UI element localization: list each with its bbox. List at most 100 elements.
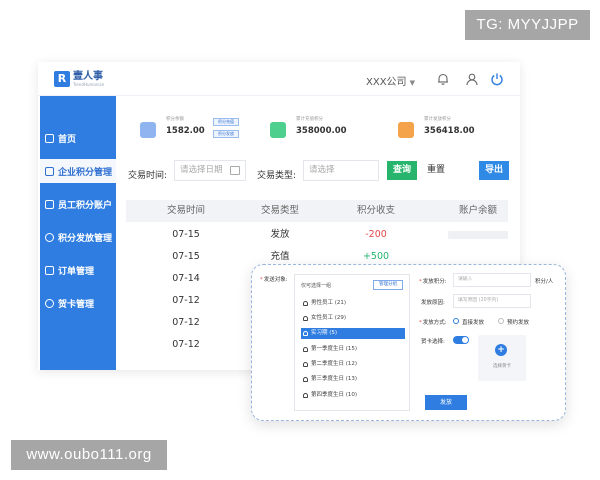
company-selector[interactable]: XXX公司 ▼ bbox=[366, 73, 415, 88]
user-icon[interactable] bbox=[465, 72, 479, 86]
reason-input[interactable]: 填写原因 (20字内) bbox=[453, 294, 531, 308]
cell-date: 07-15 bbox=[172, 251, 200, 262]
export-button[interactable]: 导出 bbox=[479, 161, 509, 180]
stat-value: 1582.00 bbox=[166, 126, 205, 136]
sidebar-item-greeting-cards[interactable]: 贺卡管理 bbox=[40, 291, 116, 315]
group-item-label: 第二季度生日 (12) bbox=[311, 361, 358, 367]
chevron-down-icon: ▼ bbox=[409, 79, 415, 87]
transaction-type-select[interactable]: 请选择 bbox=[303, 160, 379, 181]
manage-group-button[interactable]: 管理分组 bbox=[373, 280, 403, 290]
home-icon bbox=[45, 133, 54, 143]
screenshot-stage: TG: MYYJJPP R 壹人事 TrendHumanize XXX公司▼ bbox=[0, 0, 600, 480]
radio-scheduled[interactable] bbox=[498, 318, 504, 324]
type-placeholder: 请选择 bbox=[309, 165, 335, 175]
stat-value: 356418.00 bbox=[424, 126, 475, 136]
method-label: *发放方式: bbox=[419, 320, 447, 326]
group-item[interactable]: 女性员工 (29) bbox=[301, 313, 405, 324]
points-input[interactable]: 请输入 bbox=[453, 273, 531, 287]
column-header-time: 交易时间 bbox=[166, 205, 205, 216]
cell-type: 发放 bbox=[270, 229, 290, 240]
brand-name: 壹人事 bbox=[73, 70, 103, 82]
radio-direct[interactable] bbox=[453, 318, 459, 324]
sidebar-item-home[interactable]: 首页 bbox=[40, 126, 116, 150]
stat-label: 积分余额 bbox=[166, 117, 184, 122]
sidebar-item-label: 企业积分管理 bbox=[58, 167, 113, 178]
recharge-points-button[interactable]: 积分充值 bbox=[213, 118, 239, 126]
group-item[interactable]: 男性员工 (21) bbox=[301, 298, 405, 309]
gift-icon bbox=[45, 298, 54, 308]
power-icon[interactable] bbox=[490, 72, 504, 86]
group-select-hint: 仅可选择一组 bbox=[301, 283, 332, 289]
coin-icon bbox=[45, 232, 54, 242]
cell-date: 07-14 bbox=[172, 273, 200, 284]
recharge-icon bbox=[270, 122, 286, 138]
column-header-type: 交易类型 bbox=[260, 205, 299, 216]
group-item-label: 第一季度生日 (15) bbox=[311, 346, 358, 352]
bell-icon[interactable] bbox=[436, 72, 450, 86]
sidebar-item-label: 积分发放管理 bbox=[58, 233, 113, 244]
group-item-label: 实习期 (5) bbox=[311, 330, 338, 336]
group-item-label: 第三季度生日 (13) bbox=[311, 376, 358, 382]
brand-logo[interactable]: R 壹人事 TrendHumanize bbox=[54, 71, 104, 87]
method-scheduled-label: 预约发放 bbox=[507, 320, 530, 326]
group-item[interactable]: 第二季度生日 (12) bbox=[301, 359, 405, 370]
sidebar-item-label: 订单管理 bbox=[58, 266, 95, 277]
date-placeholder: 请选择日期 bbox=[180, 165, 223, 175]
group-item[interactable]: 第一季度生日 (15) bbox=[301, 344, 405, 355]
building-icon bbox=[45, 166, 54, 176]
person-icon bbox=[303, 393, 308, 398]
card-label: 贺卡选择: bbox=[421, 339, 445, 345]
group-item-selected[interactable]: 实习期 (5) bbox=[301, 328, 405, 339]
reason-label: 发放原因: bbox=[421, 300, 445, 306]
issued-icon bbox=[398, 122, 414, 138]
sidebar-item-label: 员工积分账户 bbox=[58, 200, 113, 211]
points-label-text: 发放积分: bbox=[422, 279, 447, 285]
group-item-label: 女性员工 (29) bbox=[311, 315, 347, 321]
person-icon bbox=[303, 347, 308, 352]
transaction-type-label: 交易类型: bbox=[257, 171, 297, 181]
issue-points-button[interactable]: 积分发放 bbox=[213, 130, 239, 138]
cell-date: 07-12 bbox=[172, 295, 200, 306]
query-button[interactable]: 查询 bbox=[387, 161, 417, 180]
company-name: XXX公司 bbox=[366, 77, 407, 88]
person-icon bbox=[303, 331, 308, 336]
column-header-balance: 账户余额 bbox=[458, 205, 497, 216]
cell-amount: -200 bbox=[365, 229, 387, 240]
method-label-text: 发放方式: bbox=[422, 320, 447, 326]
cell-date: 07-12 bbox=[172, 317, 200, 328]
stat-label: 累计充值积分 bbox=[296, 117, 323, 122]
table-header: 交易时间 交易类型 积分收支 账户余额 bbox=[126, 200, 508, 222]
person-icon bbox=[303, 377, 308, 382]
sidebar-item-label: 贺卡管理 bbox=[58, 299, 95, 310]
cell-balance-redacted bbox=[448, 231, 508, 239]
sidebar-item-orders[interactable]: 订单管理 bbox=[40, 258, 116, 282]
column-header-amount: 积分收支 bbox=[356, 205, 395, 216]
group-list-panel: 仅可选择一组 管理分组 男性员工 (21) 女性员工 (29) 实习期 (5) … bbox=[294, 274, 410, 411]
top-bar: R 壹人事 TrendHumanize XXX公司 ▼ bbox=[38, 62, 520, 96]
sidebar-item-employee-accounts[interactable]: 员工积分账户 bbox=[40, 192, 116, 216]
card-picker[interactable]: + 选择贺卡 bbox=[478, 335, 526, 381]
sidebar-item-enterprise-points[interactable]: 企业积分管理 bbox=[40, 159, 116, 183]
wallet-icon bbox=[140, 122, 156, 138]
sidebar: 首页 企业积分管理 员工积分账户 积分发放管理 订单管理 贺卡管理 bbox=[40, 96, 116, 370]
order-icon bbox=[45, 265, 54, 275]
reset-button[interactable]: 重置 bbox=[427, 161, 445, 180]
submit-issue-button[interactable]: 发放 bbox=[425, 395, 467, 410]
table-row[interactable]: 07-15 发放 -200 bbox=[126, 224, 508, 246]
logo-mark: R bbox=[54, 71, 70, 87]
person-icon bbox=[303, 362, 308, 367]
sidebar-item-label: 首页 bbox=[58, 134, 77, 145]
target-label: *发送对象: bbox=[260, 277, 288, 283]
brand-subtitle: TrendHumanize bbox=[73, 81, 105, 87]
issue-points-dialog: *发送对象: 仅可选择一组 管理分组 男性员工 (21) 女性员工 (29) 实… bbox=[251, 264, 566, 421]
stat-label: 累计发放积分 bbox=[424, 117, 451, 122]
method-direct-label: 直接发放 bbox=[462, 320, 485, 326]
card-toggle[interactable] bbox=[453, 336, 469, 344]
date-picker-input[interactable]: 请选择日期 bbox=[174, 160, 246, 181]
sidebar-item-points-issuance[interactable]: 积分发放管理 bbox=[40, 225, 116, 249]
group-item[interactable]: 第四季度生日 (10) bbox=[301, 390, 405, 401]
group-item[interactable]: 第三季度生日 (13) bbox=[301, 374, 405, 385]
group-item-label: 男性员工 (21) bbox=[311, 300, 347, 306]
watermark-bottom: www.oubo111.org bbox=[11, 440, 167, 470]
cell-date: 07-15 bbox=[172, 229, 200, 240]
